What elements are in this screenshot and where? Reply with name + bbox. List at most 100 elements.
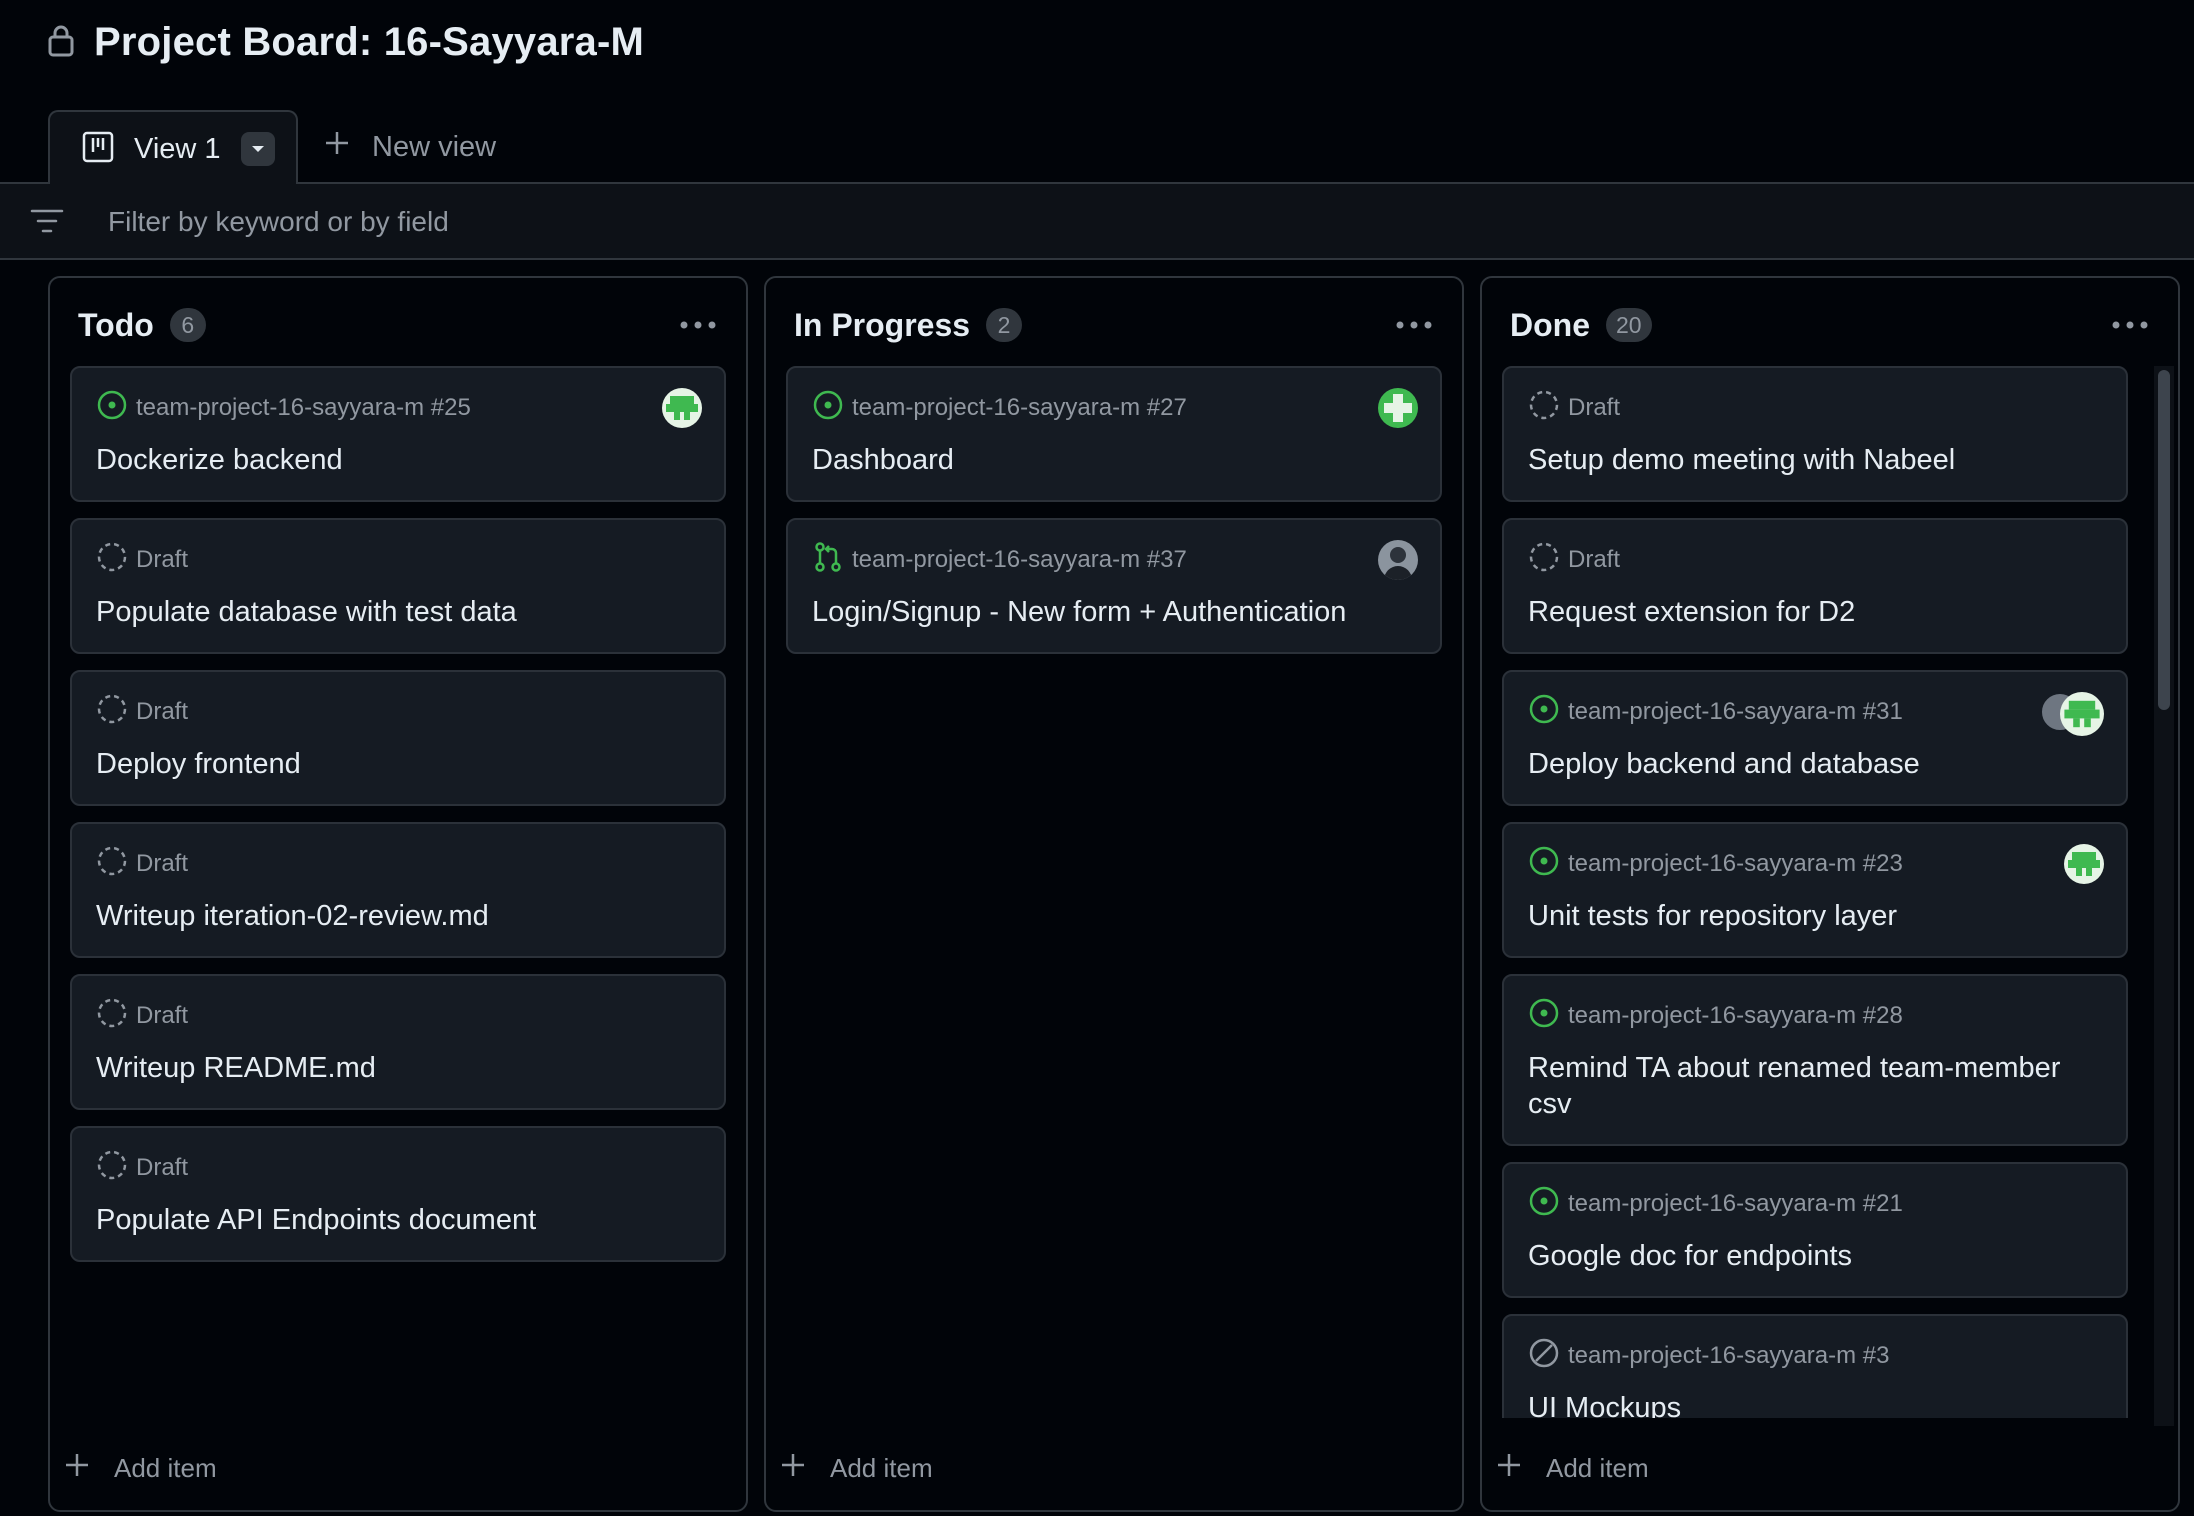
card-title[interactable]: Google doc for endpoints [1528,1238,2086,1274]
card-title[interactable]: Unit tests for repository layer [1528,898,2086,934]
kebab-horizontal-icon [1396,321,1432,329]
scrollbar-thumb[interactable] [2158,370,2170,710]
card-item[interactable]: Draft Deploy frontend [70,670,726,806]
tab-dropdown-button[interactable] [240,132,275,166]
kebab-horizontal-icon [680,321,716,329]
card-item[interactable]: Draft Populate database with test data [70,518,726,654]
column-todo: Todo 6 team-project-16-sayyara-m #25 Doc… [48,276,748,1512]
draft-icon [1528,541,1560,580]
card-title[interactable]: Login/Signup - New form + Authentication [812,594,1400,630]
filter-bar [0,184,2194,260]
card-meta[interactable]: team-project-16-sayyara-m #31 [1568,698,1903,726]
card-item[interactable]: team-project-16-sayyara-m #21 Google doc… [1502,1162,2128,1298]
card-title[interactable]: Deploy backend and database [1528,746,2086,782]
card-item[interactable]: team-project-16-sayyara-m #31 Deploy bac… [1502,670,2128,806]
card-item[interactable]: team-project-16-sayyara-m #27 Dashboard [786,366,1442,502]
add-item-button[interactable]: Add item [64,1450,217,1486]
card-meta[interactable]: team-project-16-sayyara-m #23 [1568,850,1903,878]
column-menu-button[interactable] [1392,310,1436,340]
card-item[interactable]: team-project-16-sayyara-m #28 Remind TA … [1502,974,2128,1146]
card-item[interactable]: team-project-16-sayyara-m #23 Unit tests… [1502,822,2128,958]
page-title: Project Board: 16-Sayyara-M [94,19,645,64]
kebab-horizontal-icon [2112,321,2148,329]
issue-open-icon [812,389,844,428]
filter-icon[interactable] [30,208,64,239]
column-count-badge: 20 [1606,308,1652,342]
add-item-label: Add item [1546,1452,1649,1483]
card-title[interactable]: Setup demo meeting with Nabeel [1528,442,2086,478]
column-done: Done 20 Draft Setup demo meeting with Na… [1480,276,2180,1512]
avatar[interactable] [1378,388,1418,428]
draft-icon [96,541,128,580]
card-item[interactable]: Draft Writeup README.md [70,974,726,1110]
card-item[interactable]: Draft Populate API Endpoints document [70,1126,726,1262]
column-title: Todo [78,306,154,343]
lock-icon [46,23,76,62]
issue-open-icon [1528,693,1560,732]
tab-view-1[interactable]: View 1 [48,110,298,186]
filter-input[interactable] [108,202,1508,242]
column-in-progress: In Progress 2 team-project-16-sayyara-m … [764,276,1464,1512]
board-icon [82,131,114,168]
plus-icon [64,1452,90,1485]
card-title[interactable]: UI Mockups [1528,1390,2086,1418]
plus-icon [1496,1452,1522,1485]
draft-icon [96,1149,128,1188]
draft-icon [1528,389,1560,428]
draft-icon [96,845,128,884]
card-item[interactable]: Draft Writeup iteration-02-review.md [70,822,726,958]
avatar[interactable] [662,388,702,428]
card-title[interactable]: Deploy frontend [96,746,684,782]
card-list: team-project-16-sayyara-m #27 Dashboard … [786,366,1442,1418]
card-title[interactable]: Dashboard [812,442,1400,478]
card-meta[interactable]: team-project-16-sayyara-m #28 [1568,1002,1903,1030]
card-title[interactable]: Request extension for D2 [1528,594,2086,630]
avatar [2060,692,2104,736]
card-meta: Draft [136,546,189,573]
caret-down-icon [251,146,264,152]
issue-open-icon [1528,997,1560,1036]
card-meta[interactable]: team-project-16-sayyara-m #25 [136,394,471,422]
card-title[interactable]: Populate API Endpoints document [96,1202,684,1238]
avatar[interactable] [2064,844,2104,884]
card-item[interactable]: team-project-16-sayyara-m #25 Dockerize … [70,366,726,502]
card-title[interactable]: Populate database with test data [96,594,684,630]
card-title[interactable]: Dockerize backend [96,442,684,478]
plus-icon [780,1452,806,1485]
card-meta[interactable]: team-project-16-sayyara-m #21 [1568,1190,1903,1218]
avatar[interactable] [1378,540,1418,580]
column-menu-button[interactable] [2108,310,2152,340]
draft-icon [96,997,128,1036]
card-item[interactable]: Draft Setup demo meeting with Nabeel [1502,366,2128,502]
page-header: Project Board: 16-Sayyara-M [46,14,644,70]
plus-icon [324,130,350,164]
add-item-label: Add item [114,1452,217,1483]
card-item[interactable]: Draft Request extension for D2 [1502,518,2128,654]
card-item[interactable]: team-project-16-sayyara-m #37 Login/Sign… [786,518,1442,654]
card-meta: Draft [136,698,189,725]
card-item[interactable]: team-project-16-sayyara-m #3 UI Mockups [1502,1314,2128,1418]
add-item-button[interactable]: Add item [780,1450,933,1486]
card-title[interactable]: Writeup README.md [96,1050,684,1086]
card-title[interactable]: Writeup iteration-02-review.md [96,898,684,934]
issue-open-icon [96,389,128,428]
new-view-button[interactable]: New view [324,122,496,172]
add-item-label: Add item [830,1452,933,1483]
card-meta[interactable]: team-project-16-sayyara-m #27 [852,394,1187,422]
add-item-button[interactable]: Add item [1496,1450,1649,1486]
column-title: In Progress [794,306,971,343]
column-title: Done [1510,306,1590,343]
avatar-stack[interactable] [2040,692,2104,736]
column-menu-button[interactable] [676,310,720,340]
card-list: Draft Setup demo meeting with Nabeel Dra… [1502,366,2128,1418]
card-meta: Draft [1568,546,1621,573]
card-meta[interactable]: team-project-16-sayyara-m #37 [852,546,1187,574]
pull-request-icon [812,541,844,580]
card-meta[interactable]: team-project-16-sayyara-m #3 [1568,1342,1889,1370]
card-meta: Draft [136,1154,189,1181]
issue-not-planned-icon [1528,1337,1560,1376]
card-meta: Draft [1568,394,1621,421]
tab-label: View 1 [134,132,221,165]
scrollbar[interactable] [2154,366,2174,1426]
card-title[interactable]: Remind TA about renamed team-member csv [1528,1050,2086,1122]
